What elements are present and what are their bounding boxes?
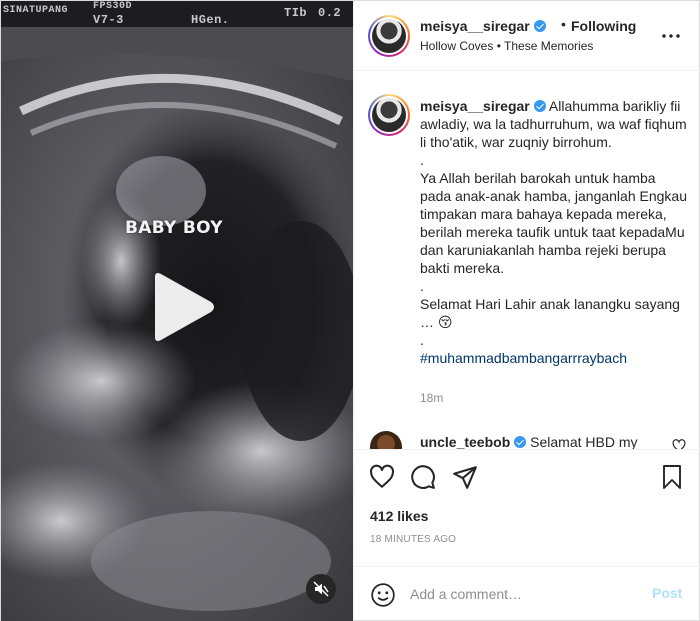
comment-bubble-icon[interactable] <box>410 464 436 490</box>
caption-text: Selamat Hari Lahir anak lanangku sayang … <box>420 296 680 330</box>
post-details-panel: meisya__siregar • Following Hollow Coves… <box>353 1 700 621</box>
likes-count[interactable]: 412 likes <box>370 508 428 524</box>
following-button[interactable]: Following <box>571 18 636 34</box>
more-options-icon[interactable] <box>660 25 682 47</box>
header-username[interactable]: meisya__siregar <box>420 18 546 34</box>
post-header: meisya__siregar • Following Hollow Coves… <box>354 1 700 71</box>
instagram-post: SINATUPANG FPS30D V7-3 HGen. TIb 0.2 BAB… <box>0 0 700 621</box>
ultrasound-text: HGen. <box>191 13 230 27</box>
save-bookmark-icon[interactable] <box>660 464 684 490</box>
mute-button[interactable] <box>306 574 336 604</box>
emoji-icon[interactable] <box>370 582 396 608</box>
audio-track-link[interactable]: Hollow Coves • These Memories <box>420 39 593 53</box>
comment-input[interactable] <box>410 583 640 605</box>
verified-badge-icon <box>533 100 546 112</box>
comment: uncle_teebob Selamat HBD my <box>420 433 680 449</box>
caption-text: . <box>420 332 424 348</box>
speaker-muted-icon <box>313 581 329 597</box>
story-ring[interactable] <box>368 15 410 57</box>
comment-username[interactable]: uncle_teebob <box>420 434 510 449</box>
caption-text: . <box>420 278 424 294</box>
comments-section[interactable]: meisya__siregar Allahumma barikliy fii a… <box>354 72 700 449</box>
post-time-ago[interactable]: 18 MINUTES AGO <box>370 534 456 545</box>
ultrasound-text: SINATUPANG <box>3 5 69 16</box>
like-heart-icon[interactable] <box>369 464 395 490</box>
caption-story-ring[interactable] <box>368 94 410 136</box>
header-separator: • <box>561 16 566 32</box>
baby-boy-label: BABY BOY <box>125 218 223 238</box>
like-comment-heart-icon[interactable] <box>672 439 686 449</box>
caption-timestamp[interactable]: 18m <box>420 391 443 405</box>
verified-badge-icon <box>533 20 546 32</box>
caption-text: Ya Allah berilah barokah untuk hamba pad… <box>420 170 687 276</box>
hashtag-link[interactable]: #muhammadbambangarrraybach <box>420 350 627 366</box>
ultrasound-text: 0.2 <box>318 6 342 20</box>
caption: meisya__siregar Allahumma barikliy fii a… <box>420 97 688 367</box>
post-comment-button[interactable]: Post <box>652 585 682 601</box>
caption-text: . <box>420 152 424 168</box>
commenter-avatar[interactable] <box>370 431 402 449</box>
post-actions: 412 likes 18 MINUTES AGO Post <box>354 449 700 621</box>
avatar <box>372 19 406 53</box>
play-icon[interactable] <box>147 271 217 343</box>
add-comment-bar: Post <box>354 566 700 621</box>
ultrasound-text: V7-3 <box>93 13 124 27</box>
avatar <box>372 98 406 132</box>
comment-text: Selamat HBD my <box>530 434 638 449</box>
ultrasound-text: TIb <box>284 6 308 20</box>
post-video[interactable]: SINATUPANG FPS30D V7-3 HGen. TIb 0.2 BAB… <box>1 1 353 621</box>
share-paper-plane-icon[interactable] <box>452 464 478 490</box>
caption-username[interactable]: meisya__siregar <box>420 98 530 114</box>
verified-badge-icon <box>514 436 527 448</box>
ultrasound-text: FPS30D <box>93 1 133 12</box>
